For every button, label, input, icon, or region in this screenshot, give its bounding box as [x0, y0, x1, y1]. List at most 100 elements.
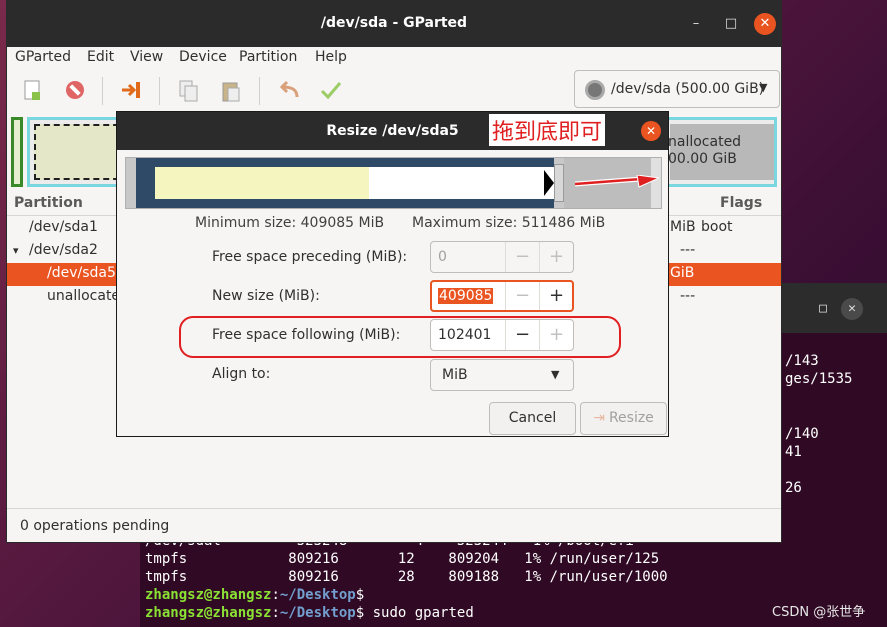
- row-size: MiB: [670, 219, 696, 235]
- align-to-label: Align to:: [212, 366, 271, 382]
- free-space-preceding-value[interactable]: 0: [438, 249, 447, 265]
- row-partition-name: /dev/sda5: [47, 265, 116, 281]
- device-selector[interactable]: /dev/sda (500.00 GiB) ▼: [574, 70, 780, 108]
- terminal-output-fragment: ges/1535: [785, 371, 853, 387]
- decrement-button[interactable]: −: [505, 320, 539, 350]
- annotation-arrow-icon: [575, 175, 659, 188]
- resize-button[interactable]: ⇥ Resize: [580, 402, 667, 435]
- increment-button[interactable]: +: [539, 242, 573, 272]
- decrement-button[interactable]: −: [505, 242, 539, 272]
- toolbar-separator: [102, 77, 103, 105]
- column-flags[interactable]: Flags: [720, 195, 762, 211]
- disk-segment-sda1[interactable]: [11, 117, 23, 187]
- terminal-output-fragment: /143: [785, 353, 819, 369]
- free-space-preceding-spinner[interactable]: 0 − +: [430, 241, 574, 273]
- device-selector-value: /dev/sda (500.00 GiB): [611, 81, 765, 97]
- resize-button-label: Resize: [608, 410, 654, 426]
- dialog-titlebar[interactable]: Resize /dev/sda5 拖到底即可 ✕: [117, 112, 668, 150]
- copy-icon[interactable]: [177, 79, 201, 103]
- increment-button[interactable]: +: [539, 281, 573, 311]
- free-space-preceding-label: Free space preceding (MiB):: [212, 249, 408, 265]
- row-flags: ---: [680, 288, 696, 304]
- terminal-command: sudo gparted: [364, 605, 474, 621]
- terminal-output-fragment: 41: [785, 444, 802, 460]
- terminal-titlebar: □ ✕: [780, 283, 887, 333]
- terminal-close-button[interactable]: ✕: [841, 298, 863, 320]
- maximize-button[interactable]: □: [720, 13, 742, 35]
- unallocated-label-line: 00.00 GiB: [668, 151, 737, 167]
- minimize-button[interactable]: –: [685, 13, 707, 35]
- align-to-select[interactable]: MiB ▼: [430, 359, 574, 391]
- menu-partition[interactable]: Partition: [239, 49, 297, 65]
- row-partition-name: unallocate: [47, 288, 121, 304]
- row-partition-name: /dev/sda2: [29, 242, 98, 258]
- csdn-watermark: CSDN @张世争: [772, 605, 866, 620]
- resize-dialog: Resize /dev/sda5 拖到底即可 ✕ Minimum size: 4…: [116, 111, 669, 437]
- toolbar: /dev/sda (500.00 GiB) ▼: [7, 69, 781, 113]
- chevron-down-icon: ▼: [551, 368, 560, 381]
- statusbar: 0 operations pending: [7, 508, 781, 542]
- dialog-close-button[interactable]: ✕: [641, 121, 661, 141]
- menu-gparted[interactable]: GParted: [15, 49, 71, 65]
- terminal-output-fragment: 26: [785, 480, 802, 496]
- prompt-path: ~/Desktop: [279, 587, 356, 603]
- new-size-spinner[interactable]: 409085 − +: [430, 280, 574, 312]
- terminal-command-line[interactable]: zhangsz@zhangsz:~/Desktop$ sudo gparted: [145, 605, 474, 621]
- terminal-output-line: tmpfs 809216 28 809188 1% /run/user/1000: [145, 569, 668, 585]
- prompt-dollar: $: [355, 587, 365, 603]
- prompt-user: zhangsz@zhangsz: [145, 587, 272, 603]
- used-space-bar: [155, 167, 369, 199]
- prompt-separator: :: [271, 587, 280, 603]
- resize-handle-arrow-icon[interactable]: [544, 170, 554, 196]
- toolbar-separator: [159, 77, 160, 105]
- terminal-output-fragment: /140: [785, 426, 819, 442]
- gparted-titlebar[interactable]: /dev/sda - GParted – □ ✕: [7, 1, 781, 47]
- disk-segment-sda5[interactable]: [34, 124, 129, 180]
- delete-partition-icon[interactable]: [63, 79, 87, 103]
- resize-move-icon[interactable]: [120, 79, 144, 103]
- toolbar-separator: [259, 77, 260, 105]
- prompt-user: zhangsz@zhangsz: [145, 605, 272, 621]
- new-size-label: New size (MiB):: [212, 288, 320, 304]
- row-flags: ---: [680, 242, 696, 258]
- column-partition[interactable]: Partition: [14, 195, 83, 211]
- cancel-button[interactable]: Cancel: [489, 402, 576, 435]
- unallocated-segment-label: nallocated 00.00 GiB: [668, 134, 741, 168]
- partition-frame[interactable]: [136, 158, 555, 208]
- cancel-button-label: Cancel: [508, 410, 557, 426]
- align-to-value: MiB: [442, 367, 468, 383]
- terminal-output-line: tmpfs 809216 12 809204 1% /run/user/125: [145, 551, 660, 567]
- minimum-size-label: Minimum size: 409085 MiB: [195, 215, 385, 231]
- increment-button[interactable]: +: [539, 320, 573, 350]
- prompt-separator: :: [271, 605, 280, 621]
- maximum-size-label: Maximum size: 511486 MiB: [412, 215, 606, 231]
- unallocated-label-line: nallocated: [668, 134, 742, 150]
- close-button[interactable]: ✕: [754, 13, 776, 35]
- new-size-value[interactable]: 409085: [438, 288, 494, 304]
- undo-icon[interactable]: [277, 79, 301, 103]
- resize-handle[interactable]: [554, 164, 564, 202]
- free-space-following-label: Free space following (MiB):: [212, 327, 401, 343]
- prompt-path: ~/Desktop: [279, 605, 356, 621]
- expander-icon[interactable]: ▾: [13, 244, 19, 257]
- menu-edit[interactable]: Edit: [87, 49, 114, 65]
- row-size: GiB: [670, 265, 695, 281]
- harddisk-icon: [585, 80, 605, 100]
- terminal-maximize-button[interactable]: □: [812, 298, 834, 320]
- paste-icon[interactable]: [219, 79, 243, 103]
- apply-icon[interactable]: [319, 79, 343, 103]
- resize-move-icon: ⇥: [593, 410, 605, 426]
- free-space-following-value[interactable]: 102401: [438, 327, 491, 343]
- menu-device[interactable]: Device: [179, 49, 227, 65]
- partition-body: [155, 167, 555, 199]
- free-space-following-spinner[interactable]: 102401 − +: [430, 319, 574, 351]
- annotation-text: 拖到底即可: [489, 114, 606, 146]
- menu-view[interactable]: View: [130, 49, 163, 65]
- new-partition-icon[interactable]: [21, 79, 45, 103]
- chevron-down-icon: ▼: [759, 81, 768, 94]
- terminal-prompt-line: zhangsz@zhangsz:~/Desktop$: [145, 587, 364, 603]
- menubar: GParted Edit View Device Partition Help: [7, 47, 781, 69]
- menu-help[interactable]: Help: [315, 49, 347, 65]
- pending-operations-status: 0 operations pending: [20, 518, 170, 534]
- decrement-button[interactable]: −: [505, 281, 539, 311]
